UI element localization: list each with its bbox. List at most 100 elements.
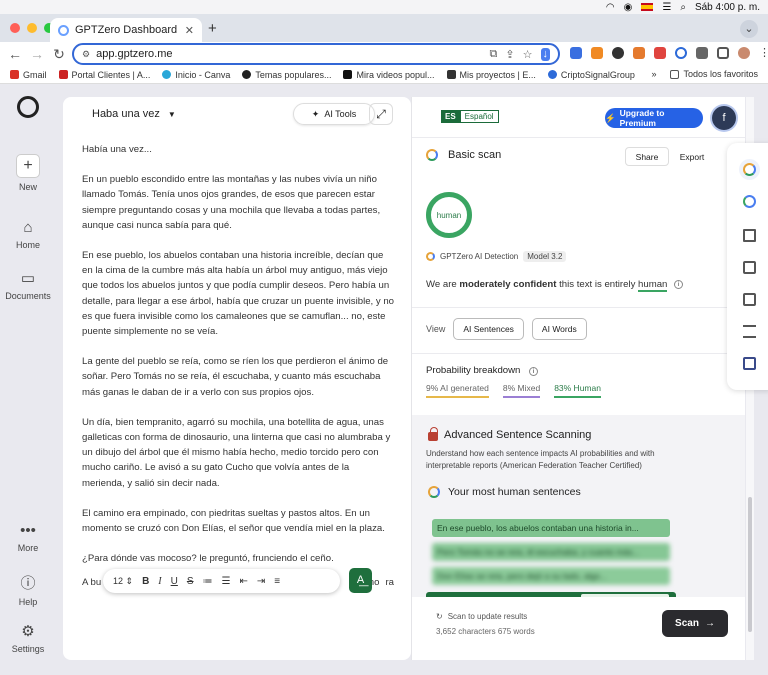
info-icon[interactable]: i [674, 279, 684, 289]
book-tool-icon[interactable] [743, 229, 756, 242]
ordered-list-icon[interactable]: ≔ [203, 576, 213, 587]
control-center-icon[interactable]: ☰ [662, 2, 671, 13]
bold-icon[interactable]: B [142, 576, 149, 587]
bookmark-star-icon[interactable]: ☆ [523, 48, 533, 61]
all-favorites-folder[interactable]: Todos los favoritos [670, 69, 758, 79]
human-sentence[interactable]: Don Elías se reía, pero dejó a su lado, … [432, 567, 670, 585]
browser-tab-gptzero[interactable]: GPTZero Dashboard ✕ [50, 18, 202, 42]
share-page-icon[interactable]: ⇪ [505, 48, 514, 61]
italic-icon[interactable]: I [158, 576, 161, 587]
tab-search-chevron-icon[interactable]: ⌄ [740, 20, 758, 38]
text-lines-tool-icon[interactable] [743, 325, 756, 338]
spellcheck-icon[interactable]: A͟ [349, 568, 372, 593]
bookmark-mira-videos[interactable]: Mira videos popul... [343, 70, 435, 80]
wifi-icon[interactable]: ◠ [606, 2, 615, 13]
url-text: app.gptzero.me [96, 48, 173, 60]
extension-metamask-icon[interactable] [591, 47, 603, 59]
nav-documents[interactable]: ▭ Documents [0, 269, 56, 301]
editor-text-area[interactable]: Había una vez... En un pueblo escondido … [82, 142, 394, 580]
scan-ring-tool-icon[interactable] [743, 163, 756, 176]
close-window-button[interactable] [10, 23, 20, 33]
expand-icon[interactable]: ⤢ [369, 103, 393, 125]
detection-info: GPTZero AI Detection Model 3.2 [426, 251, 567, 262]
strikethrough-icon[interactable]: S [187, 576, 194, 587]
projects-icon [446, 70, 456, 79]
nav-home[interactable]: ⌂ Home [0, 219, 56, 250]
ai-sentences-button[interactable]: AI Sentences [453, 318, 524, 340]
site-info-icon[interactable]: ⚙ [82, 49, 90, 60]
macos-menubar: ◠ ◉ ☰ ⌕ Sáb 4:00 p. m. [0, 0, 768, 14]
scan-ring-icon [428, 486, 440, 498]
search-icon[interactable]: ⌕ [680, 2, 686, 13]
menubar-datetime[interactable]: Sáb 4:00 p. m. [695, 2, 760, 13]
extension-fox-icon[interactable] [633, 47, 645, 59]
nav-settings[interactable]: ⚙ Settings [0, 622, 56, 654]
human-sentence[interactable]: Pero Tomás no se reía, él escuchaba, y c… [432, 543, 670, 561]
human-sentence[interactable]: En ese pueblo, los abuelos contaban una … [432, 519, 670, 537]
extension-circle-icon[interactable] [612, 47, 624, 59]
download-icon[interactable]: ↓ [540, 47, 550, 61]
avatar[interactable]: f [712, 106, 736, 130]
nav-help[interactable]: ⓘ Help [0, 572, 56, 607]
detector-tool-icon[interactable] [743, 195, 756, 208]
extension-c-icon[interactable] [675, 47, 687, 59]
outdent-icon[interactable]: ⇤ [240, 576, 248, 587]
scan-button[interactable]: Scan → [662, 610, 728, 637]
upgrade-premium-button[interactable]: ⚡ Upgrade to Premium [605, 108, 703, 128]
ai-words-button[interactable]: AI Words [531, 318, 587, 340]
minimize-window-button[interactable] [27, 23, 37, 33]
align-icon[interactable]: ≡ [274, 576, 280, 587]
home-icon: ⌂ [23, 219, 33, 236]
paragraph: La gente del pueblo se reía, como se ríe… [82, 356, 389, 398]
extensions-area: ⋮ [570, 47, 768, 59]
av-icon [58, 70, 68, 79]
chevron-down-icon: ▼ [167, 110, 176, 119]
results-panel: ES Español ⚡ Upgrade to Premium f Basic … [411, 97, 745, 660]
font-size-stepper[interactable]: 12 ⇕ [113, 576, 133, 587]
address-bar[interactable]: ⚙ app.gptzero.me ⧉ ⇪ ☆ ↓ [72, 43, 560, 65]
back-arrow-icon[interactable]: ← [4, 46, 26, 62]
underline-icon[interactable]: U [171, 576, 178, 587]
bullet-list-icon[interactable]: ☰ [222, 576, 231, 587]
side-panel-icon[interactable] [717, 47, 729, 59]
extension-shield-icon[interactable] [570, 47, 582, 59]
document-search-tool-icon[interactable] [743, 261, 756, 274]
share-button[interactable]: Share [625, 147, 669, 166]
lock-icon [428, 427, 438, 441]
edit-document-tool-icon[interactable] [743, 293, 756, 306]
info-icon[interactable]: i [529, 367, 539, 376]
forward-arrow-icon[interactable]: → [26, 46, 48, 62]
reload-icon[interactable]: ↻ [48, 46, 70, 63]
profile-avatar-icon[interactable] [738, 47, 750, 59]
plus-icon: + [16, 154, 40, 178]
bookmark-temas-populares[interactable]: Temas populares... [242, 70, 331, 80]
document-title-dropdown[interactable]: Haba una vez ▼ [92, 108, 176, 120]
extensions-puzzle-icon[interactable] [696, 47, 708, 59]
scan-update-note: ↻ Scan to update results [436, 612, 528, 621]
nav-more[interactable]: ••• More [0, 522, 56, 553]
bookmark-canva[interactable]: Inicio - Canva [162, 70, 230, 80]
install-app-icon[interactable]: ⧉ [490, 48, 498, 61]
new-tab-button[interactable]: + [208, 20, 217, 37]
user-icon[interactable]: ◉ [624, 2, 633, 13]
bookmark-criptosignal[interactable]: CriptoSignalGroup [547, 70, 635, 80]
extension-red-icon[interactable] [654, 47, 666, 59]
advanced-scanning-description: Understand how each sentence impacts AI … [426, 449, 655, 470]
export-button[interactable]: Export [670, 147, 714, 166]
bookmark-gmail[interactable]: Gmail [10, 70, 47, 80]
gptzero-logo-icon[interactable] [17, 96, 39, 118]
language-badge[interactable]: ES Español [441, 110, 499, 123]
ai-tools-button[interactable]: ✦ AI Tools [293, 103, 375, 125]
spain-flag-icon[interactable] [641, 3, 654, 11]
most-human-title: Your most human sentences [428, 486, 581, 498]
chrome-menu-icon[interactable]: ⋮ [759, 47, 768, 59]
bookmark-mis-proyectos[interactable]: Mis proyectos | E... [446, 70, 536, 80]
bookmark-portal-clientes[interactable]: Portal Clientes | A... [58, 70, 150, 80]
report-tool-icon[interactable] [743, 357, 756, 370]
bookmarks-overflow-icon[interactable]: » [651, 69, 656, 79]
nav-new[interactable]: + New [0, 154, 56, 192]
indent-icon[interactable]: ⇥ [257, 576, 265, 587]
more-dots-icon: ••• [20, 522, 36, 539]
close-tab-icon[interactable]: ✕ [185, 24, 194, 37]
cripto-icon [547, 70, 557, 79]
